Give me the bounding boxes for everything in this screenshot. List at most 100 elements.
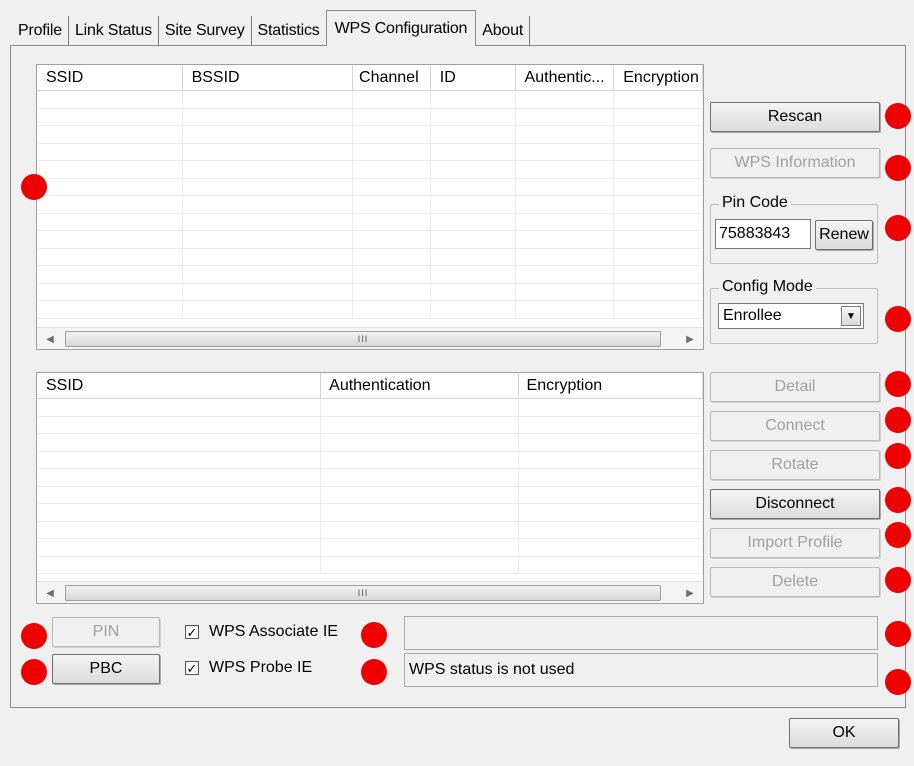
table-cell <box>37 266 183 283</box>
table-cell <box>353 108 431 125</box>
table-cell <box>183 143 354 160</box>
pin-button[interactable]: PIN <box>52 617 160 647</box>
table-cell <box>353 266 431 283</box>
table-cell <box>353 126 431 143</box>
column-encryption[interactable]: Encryption <box>614 65 703 91</box>
table-cell <box>516 213 615 230</box>
table-cell <box>614 301 703 318</box>
table-cell <box>431 108 516 125</box>
table-cell <box>516 231 615 248</box>
wps-profile-list-hscrollbar[interactable]: ◀ III ▶ <box>37 581 703 603</box>
table-cell <box>516 266 615 283</box>
table-cell <box>183 283 354 300</box>
scroll-right-icon[interactable]: ▶ <box>679 328 701 349</box>
checkbox-checked-icon[interactable]: ✓ <box>185 625 199 639</box>
chevron-down-icon[interactable]: ▼ <box>841 306 861 326</box>
table-cell <box>353 178 431 195</box>
wps-profile-list-body <box>37 399 703 574</box>
tab-site-survey[interactable]: Site Survey <box>159 16 252 46</box>
table-cell <box>516 143 615 160</box>
table-cell <box>614 143 703 160</box>
table-row <box>37 178 703 196</box>
detail-button[interactable]: Detail <box>710 372 880 402</box>
table-row <box>37 126 703 144</box>
tab-wps-configuration[interactable]: WPS Configuration <box>325 10 477 46</box>
renew-button[interactable]: Renew <box>815 220 873 250</box>
wps-probe-ie-label: WPS Probe IE <box>209 659 313 676</box>
wps-ap-list[interactable]: SSID BSSID Channel ID Authentic... Encry… <box>36 64 704 350</box>
scroll-right-icon[interactable]: ▶ <box>679 582 701 603</box>
table-cell <box>353 213 431 230</box>
table-row <box>37 266 703 284</box>
column-authentication[interactable]: Authentication <box>321 373 519 399</box>
table-cell <box>37 399 322 416</box>
table-cell <box>37 248 183 265</box>
scroll-thumb[interactable]: III <box>65 585 661 601</box>
tab-profile[interactable]: Profile <box>12 16 69 46</box>
table-row <box>37 161 703 179</box>
table-cell <box>183 161 354 178</box>
table-cell <box>614 178 703 195</box>
table-cell <box>519 399 703 416</box>
table-row <box>37 108 703 126</box>
table-cell <box>431 283 516 300</box>
scroll-left-icon[interactable]: ◀ <box>39 582 61 603</box>
delete-button[interactable]: Delete <box>710 567 880 597</box>
import-profile-button[interactable]: Import Profile <box>710 528 880 558</box>
pbc-button[interactable]: PBC <box>52 654 160 684</box>
table-cell <box>37 126 183 143</box>
table-cell <box>321 416 519 433</box>
table-cell <box>37 539 322 556</box>
column-ssid[interactable]: SSID <box>37 65 183 91</box>
column-bssid[interactable]: BSSID <box>183 65 354 91</box>
tab-statistics[interactable]: Statistics <box>252 16 326 46</box>
table-cell <box>519 469 703 486</box>
table-cell <box>516 91 615 108</box>
config-mode-label: Config Mode <box>719 278 816 296</box>
table-cell <box>37 416 322 433</box>
table-cell <box>431 196 516 213</box>
wps-associate-ie-checkbox[interactable]: ✓ WPS Associate IE <box>185 623 338 641</box>
disconnect-button[interactable]: Disconnect <box>710 489 880 519</box>
scroll-thumb[interactable]: III <box>65 331 661 347</box>
checkbox-checked-icon[interactable]: ✓ <box>185 661 199 675</box>
table-cell <box>519 504 703 521</box>
rotate-button[interactable]: Rotate <box>710 450 880 480</box>
table-cell <box>321 434 519 451</box>
column-authentication[interactable]: Authentic... <box>516 65 615 91</box>
table-row <box>37 504 703 522</box>
column-id[interactable]: ID <box>431 65 516 91</box>
ok-button[interactable]: OK <box>789 718 899 748</box>
annotation-marker <box>885 306 911 332</box>
table-cell <box>431 91 516 108</box>
table-cell <box>431 213 516 230</box>
table-row <box>37 301 703 319</box>
annotation-marker <box>885 155 911 181</box>
rescan-button[interactable]: Rescan <box>710 102 880 132</box>
tab-about[interactable]: About <box>476 16 531 46</box>
column-channel[interactable]: Channel <box>353 65 431 91</box>
column-ssid[interactable]: SSID <box>37 373 322 399</box>
table-row <box>37 248 703 266</box>
table-cell <box>353 143 431 160</box>
wps-status-line-2: WPS status is not used <box>404 653 878 687</box>
table-cell <box>37 231 183 248</box>
table-cell <box>321 556 519 573</box>
wps-status-line-1 <box>404 616 878 650</box>
config-mode-select[interactable]: Enrollee ▼ <box>718 303 864 329</box>
table-row <box>37 283 703 301</box>
column-encryption[interactable]: Encryption <box>519 373 703 399</box>
wps-probe-ie-checkbox[interactable]: ✓ WPS Probe IE <box>185 659 312 677</box>
table-row <box>37 143 703 161</box>
wps-information-button[interactable]: WPS Information <box>710 148 880 178</box>
table-cell <box>614 91 703 108</box>
wps-ap-list-hscrollbar[interactable]: ◀ III ▶ <box>37 327 703 349</box>
tab-link-status[interactable]: Link Status <box>69 16 159 46</box>
wps-profile-list[interactable]: SSID Authentication Encryption ◀ III ▶ <box>36 372 704 604</box>
table-cell <box>614 231 703 248</box>
scroll-left-icon[interactable]: ◀ <box>39 328 61 349</box>
table-cell <box>614 266 703 283</box>
table-cell <box>431 266 516 283</box>
connect-button[interactable]: Connect <box>710 411 880 441</box>
pin-code-field[interactable]: 75883843 <box>715 219 811 249</box>
